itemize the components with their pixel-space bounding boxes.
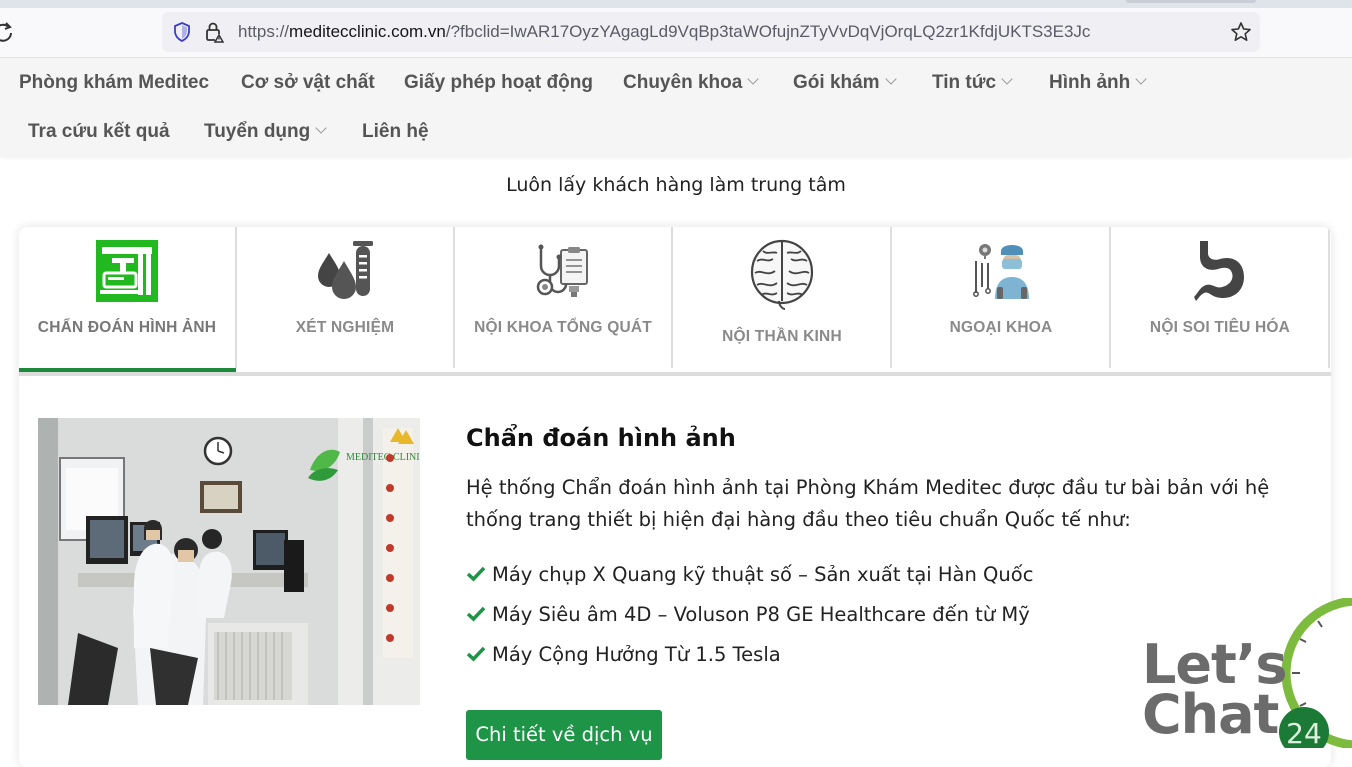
nav-item-phong-kham[interactable]: Phòng khám Meditec [19,72,209,94]
tab-label: NỘI THẦN KINH [722,328,842,345]
list-item: Máy Cộng Hưởng Từ 1.5 Tesla [466,643,781,666]
nav-item-label: Giấy phép hoạt động [404,72,593,93]
nav-item-goi-kham[interactable]: Gói khám [793,72,897,94]
nav-item-tuyen-dung[interactable]: Tuyển dụng [204,121,327,143]
nav-item-tra-cuu[interactable]: Tra cứu kết quả [28,121,170,143]
nav-item-hinh-anh[interactable]: Hình ảnh [1049,72,1147,94]
list-item: Máy chụp X Quang kỹ thuật số – Sản xuất … [466,563,1033,586]
nav-item-label: Tra cứu kết quả [28,121,170,142]
photo-logo-text: MEDITEC CLINIC [346,452,420,463]
tab-label: NỘI KHOA TỔNG QUÁT [474,319,652,336]
service-description: Hệ thống Chẩn đoán hình ảnh tại Phòng Kh… [466,476,1270,531]
browser-tab-edge[interactable] [1126,0,1256,3]
brain-icon [750,239,814,310]
tab-ngoai-khoa[interactable]: NGOẠI KHOA [893,227,1111,368]
tab-label: NỘI SOI TIÊU HÓA [1149,319,1291,336]
stethoscope-clipboard-icon [536,244,588,297]
chat-label-line2: Chat [1142,683,1279,746]
tab-noi-soi-tieu-hoa[interactable]: NỘI SOI TIÊU HÓA [1112,227,1330,368]
tab-label: NGOẠI KHOA [949,319,1053,336]
url-rest: /?fbclid=IwAR17OyzYAgagLd9VqBp3taWOfujnZ… [445,22,1091,41]
list-item-text: Máy chụp X Quang kỹ thuật số – Sản xuất … [492,563,1034,586]
service-title: Chẩn đoán hình ảnh [466,424,736,452]
check-icon [466,646,486,662]
tab-label: CHẨN ĐOÁN HÌNH ẢNH [37,319,217,336]
shield-icon[interactable] [172,22,192,42]
tab-noi-than-kinh[interactable]: NỘI THẦN KINH [674,227,892,368]
nav-item-label: Hình ảnh [1049,72,1131,93]
nav-item-lien-he[interactable]: Liên hệ [362,121,429,143]
clinic-imaging-room-photo: MEDITEC CLINIC [38,418,420,705]
nav-item-label: Tin tức [932,72,997,93]
url-domain: meditecclinic.com.vn [289,22,446,41]
services-card: CHẨN ĐOÁN HÌNH ẢNH XÉT NGHIỆM NỘI KHOA T… [19,227,1331,767]
check-icon [466,606,486,622]
tab-label: XÉT NGHIỆM [295,319,395,336]
tab-xet-nghiem[interactable]: XÉT NGHIỆM [237,227,455,368]
chat-clock-icon: 24 [1279,598,1352,748]
imaging-machine-icon [96,240,158,302]
lock-icon[interactable] [204,21,224,43]
check-icon [466,566,486,582]
blood-test-icon [318,241,373,299]
reload-icon[interactable] [0,21,18,45]
chevron-down-icon [1001,73,1013,85]
service-details-button[interactable]: Chi tiết về dịch vụ [466,710,662,760]
chevron-down-icon [1135,73,1147,85]
tagline: Luôn lấy khách hàng làm trung tâm [506,174,846,196]
nav-item-label: Chuyên khoa [623,72,743,93]
nav-item-label: Tuyển dụng [204,121,311,142]
lets-chat-widget[interactable]: 24 Let’s Chat [1140,598,1352,748]
list-item-text: Máy Siêu âm 4D – Voluson P8 GE Healthcar… [492,603,1030,626]
nav-item-tin-tuc[interactable]: Tin tức [932,72,1013,94]
url-prefix: https:// [238,22,290,41]
surgeon-icon [973,244,1029,299]
service-tabs: CHẨN ĐOÁN HÌNH ẢNH XÉT NGHIỆM NỘI KHOA T… [19,227,1331,376]
active-tab-indicator [19,368,236,372]
url-bar[interactable]: https://meditecclinic.com.vn/?fbclid=IwA… [162,12,1260,52]
tab-noi-khoa[interactable]: NỘI KHOA TỔNG QUÁT [455,227,673,368]
nav-item-label: Phòng khám Meditec [19,72,210,93]
chat-badge-number: 24 [1286,717,1322,748]
nav-item-co-so-vat-chat[interactable]: Cơ sở vật chất [241,72,375,94]
chevron-down-icon [884,73,897,85]
nav-item-label: Cơ sở vật chất [241,72,375,93]
stomach-icon [1194,241,1244,301]
list-item: Máy Siêu âm 4D – Voluson P8 GE Healthcar… [466,603,1030,626]
nav-item-label: Liên hệ [362,121,429,142]
nav-item-chuyen-khoa[interactable]: Chuyên khoa [623,72,759,94]
main-nav: Phòng khám Meditec Cơ sở vật chất Giấy p… [0,58,1352,156]
chevron-down-icon [315,122,327,134]
nav-item-giay-phep[interactable]: Giấy phép hoạt động [404,72,593,94]
browser-tab-strip [0,0,1352,8]
list-item-text: Máy Cộng Hưởng Từ 1.5 Tesla [492,643,781,666]
tab-chan-doan-hinh-anh[interactable]: CHẨN ĐOÁN HÌNH ẢNH [19,227,237,368]
chat-label: Let’s Chat [1142,638,1288,742]
nav-item-label: Gói khám [793,72,880,93]
url-text[interactable]: https://meditecclinic.com.vn/?fbclid=IwA… [238,22,1090,42]
bookmark-star-icon[interactable] [1230,21,1252,43]
browser-toolbar: https://meditecclinic.com.vn/?fbclid=IwA… [0,8,1352,58]
chevron-down-icon [747,73,759,85]
